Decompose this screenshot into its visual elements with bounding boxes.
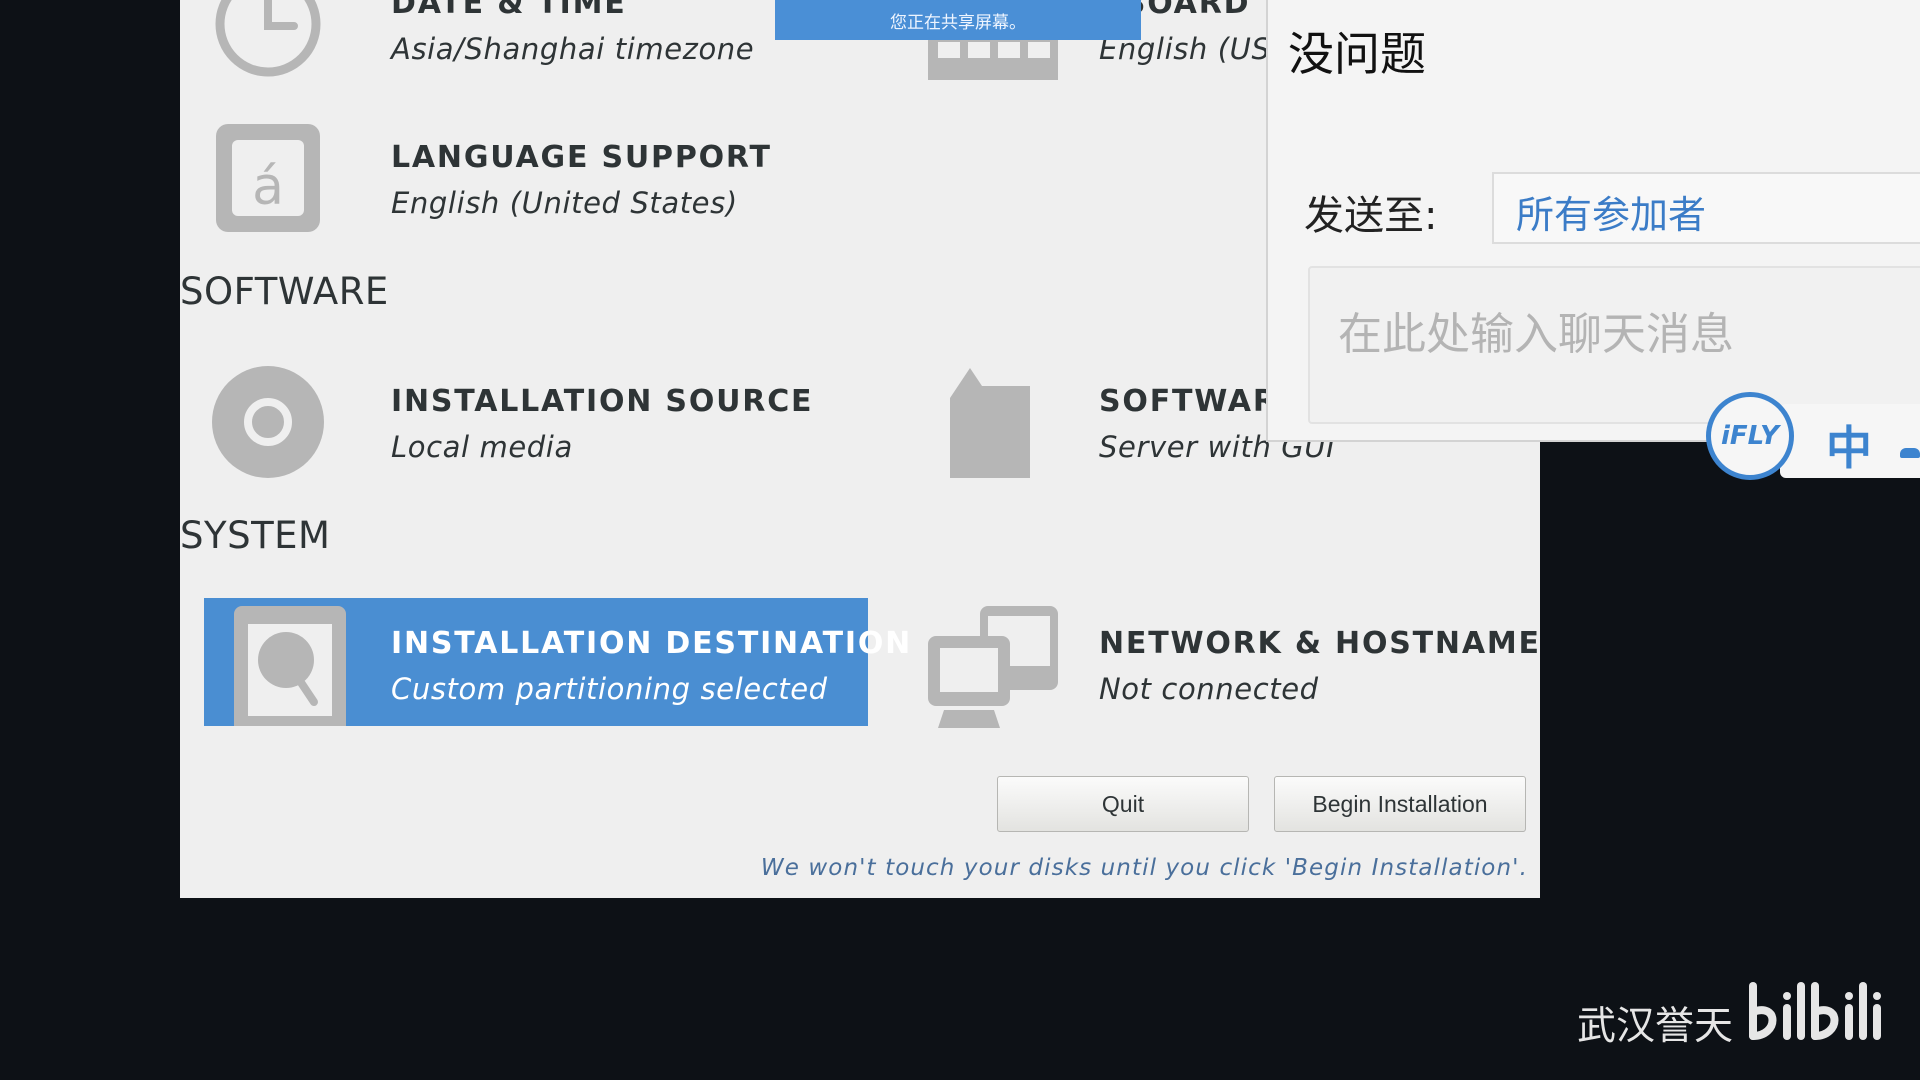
ifly-logo-icon[interactable]: iFLY [1706, 392, 1794, 480]
screen-share-banner: 您正在共享屏幕。 [775, 0, 1141, 40]
language-icon: á [216, 124, 320, 232]
date-time-title: DATE & TIME [391, 0, 627, 21]
network-hostname-spoke[interactable]: NETWORK & HOSTNAME Not connected [928, 598, 1539, 728]
svg-text:á: á [252, 157, 284, 217]
disk-warning-note: We won't touch your disks until you clic… [760, 855, 1528, 881]
installation-destination-status: Custom partitioning selected [391, 672, 828, 706]
date-time-status: Asia/Shanghai timezone [391, 32, 755, 66]
quit-button[interactable]: Quit [997, 776, 1249, 832]
package-icon [950, 368, 1030, 478]
language-support-spoke[interactable]: á LANGUAGE SUPPORT English (United State… [180, 112, 880, 240]
ime-mode-toggle[interactable]: 中 [1826, 412, 1872, 478]
watermark-author: 武汉誉天 [1577, 1004, 1734, 1049]
software-heading: SOFTWARE [180, 270, 389, 313]
installation-destination-spoke[interactable]: INSTALLATION DESTINATION Custom partitio… [204, 598, 910, 726]
send-to-label: 发送至: [1304, 193, 1438, 239]
disc-icon [212, 366, 324, 478]
chat-message-input[interactable]: 在此处输入聊天消息 [1308, 266, 1920, 424]
installation-source-status: Local media [391, 430, 573, 464]
system-heading: SYSTEM [180, 514, 331, 557]
ime-extra-icon[interactable] [1900, 448, 1920, 458]
network-icon [928, 606, 1058, 728]
recipient-select[interactable]: 所有参加者 [1492, 172, 1920, 244]
chat-panel: 没问题 发送至: 所有参加者 在此处输入聊天消息 [1266, 0, 1920, 442]
chat-last-message: 没问题 [1288, 27, 1426, 81]
hard-drive-icon [234, 606, 346, 726]
language-support-status: English (United States) [391, 186, 738, 220]
network-hostname-title: NETWORK & HOSTNAME [1099, 626, 1540, 661]
language-support-title: LANGUAGE SUPPORT [391, 140, 772, 175]
bilibili-logo [1749, 982, 1881, 1040]
clock-icon [215, 0, 321, 77]
installation-destination-title: INSTALLATION DESTINATION [391, 626, 913, 661]
installation-source-title: INSTALLATION SOURCE [391, 384, 814, 419]
network-hostname-status: Not connected [1099, 672, 1319, 706]
installation-source-spoke[interactable]: INSTALLATION SOURCE Local media [180, 356, 880, 484]
begin-installation-button[interactable]: Begin Installation [1274, 776, 1526, 832]
